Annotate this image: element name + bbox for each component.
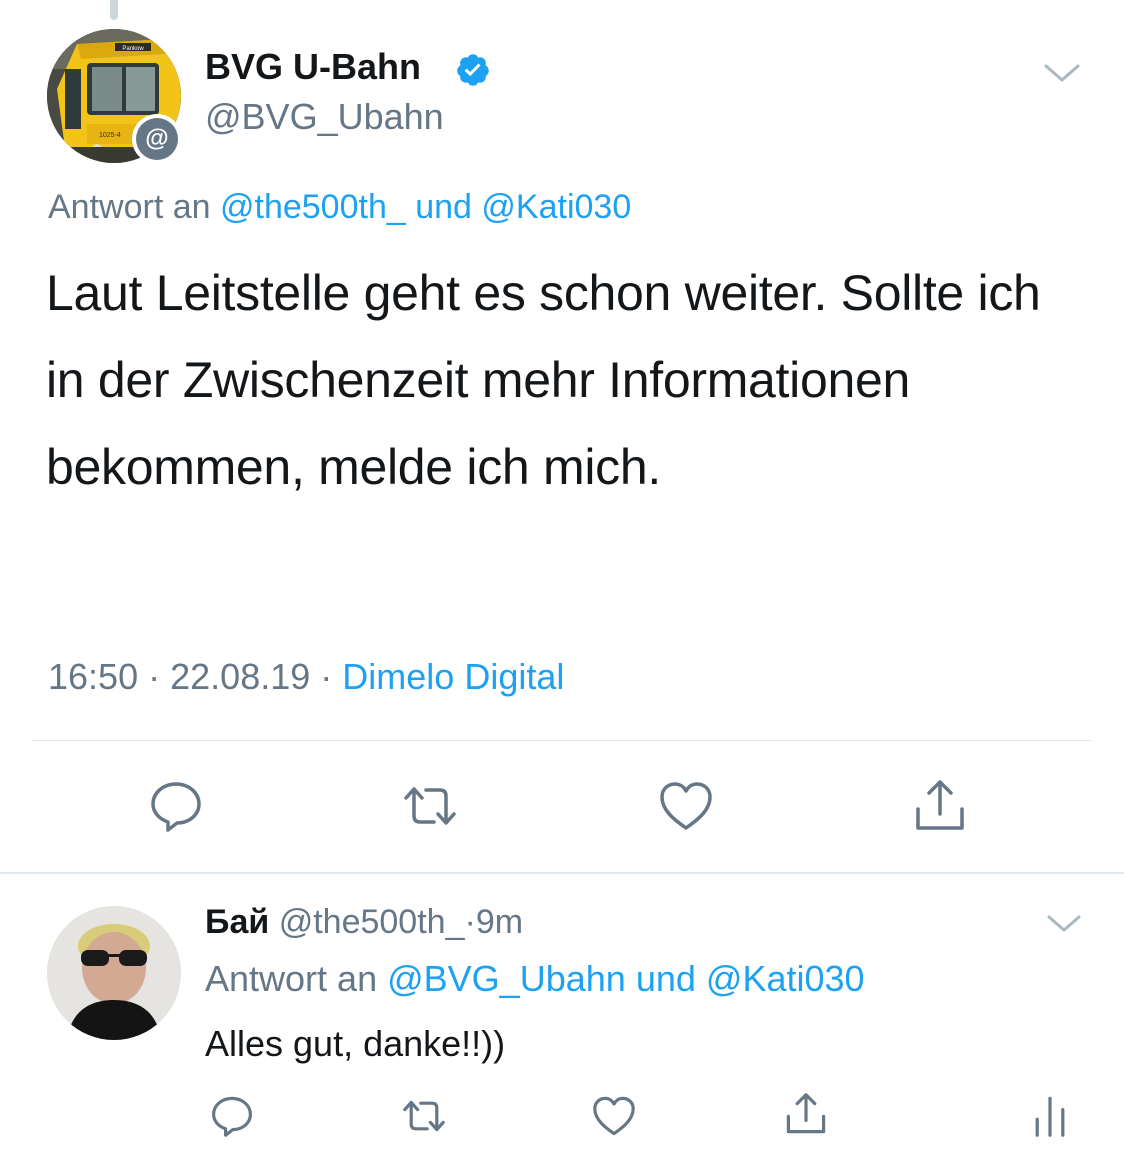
author-handle[interactable]: @BVG_Ubahn (205, 96, 444, 138)
reply-to-mention-1[interactable]: @BVG_Ubahn (387, 958, 626, 999)
reply-to-conjunction[interactable]: und (415, 188, 472, 226)
reply-to-prefix: Antwort an (205, 958, 378, 999)
reply-to-mention-1[interactable]: @the500th_ (220, 188, 406, 226)
tweet-body-text: Laut Leitstelle geht es schon weiter. So… (46, 265, 1041, 495)
reply-separator: · (464, 903, 476, 941)
reply-icon[interactable] (208, 1092, 256, 1140)
chevron-down-icon[interactable] (1040, 58, 1084, 88)
reply-to-mention-2[interactable]: @Kati030 (706, 958, 865, 999)
user-avatar-image (47, 906, 181, 1040)
tweet-date[interactable]: 22.08.19 (170, 656, 310, 697)
at-sign-icon: @ (136, 118, 178, 160)
author-display-name[interactable]: BVG U-Bahn (205, 46, 421, 88)
verified-badge-icon (457, 54, 489, 86)
reply-author-avatar[interactable] (47, 906, 181, 1040)
share-icon[interactable] (910, 776, 970, 836)
heart-icon[interactable] (590, 1092, 638, 1140)
reply-author-handle[interactable]: @the500th_ (279, 903, 465, 941)
reply-to-conjunction[interactable]: und (636, 958, 696, 999)
divider (32, 740, 1092, 741)
share-icon[interactable] (782, 1090, 830, 1138)
reply-age[interactable]: 9m (476, 903, 523, 941)
reply-to-line: Antwort an @the500th_ und @Kati030 (48, 188, 631, 227)
train-number-label: 1025-4 (99, 132, 121, 139)
heart-icon[interactable] (656, 776, 716, 836)
thread-connector-line (110, 0, 118, 20)
tweet-time[interactable]: 16:50 (48, 656, 138, 697)
reply-to-prefix: Antwort an (48, 188, 211, 226)
reply-body-text: Alles gut, danke!!)) (205, 1023, 506, 1064)
reply-reply-to-line: Antwort an @BVG_Ubahn und @Kati030 (205, 958, 865, 1000)
train-destination-label: Pankow (122, 46, 144, 52)
retweet-icon[interactable] (400, 1092, 448, 1140)
chevron-down-icon[interactable] (1044, 910, 1084, 938)
reply-author-name[interactable]: Бай (205, 903, 269, 941)
meta-separator: · (320, 656, 333, 697)
tweet-source-link[interactable]: Dimelo Digital (342, 656, 564, 697)
tweet-meta: 16:50 · 22.08.19 · Dimelo Digital (48, 656, 564, 698)
reply-to-mention-2[interactable]: @Kati030 (481, 188, 631, 226)
account-type-badge: @ (132, 114, 182, 164)
reply-icon[interactable] (146, 776, 206, 836)
meta-separator: · (148, 656, 161, 697)
reply-header: Бай @the500th_·9m (205, 903, 523, 942)
retweet-icon[interactable] (400, 776, 460, 836)
analytics-icon[interactable] (1026, 1092, 1074, 1140)
divider (0, 872, 1124, 874)
